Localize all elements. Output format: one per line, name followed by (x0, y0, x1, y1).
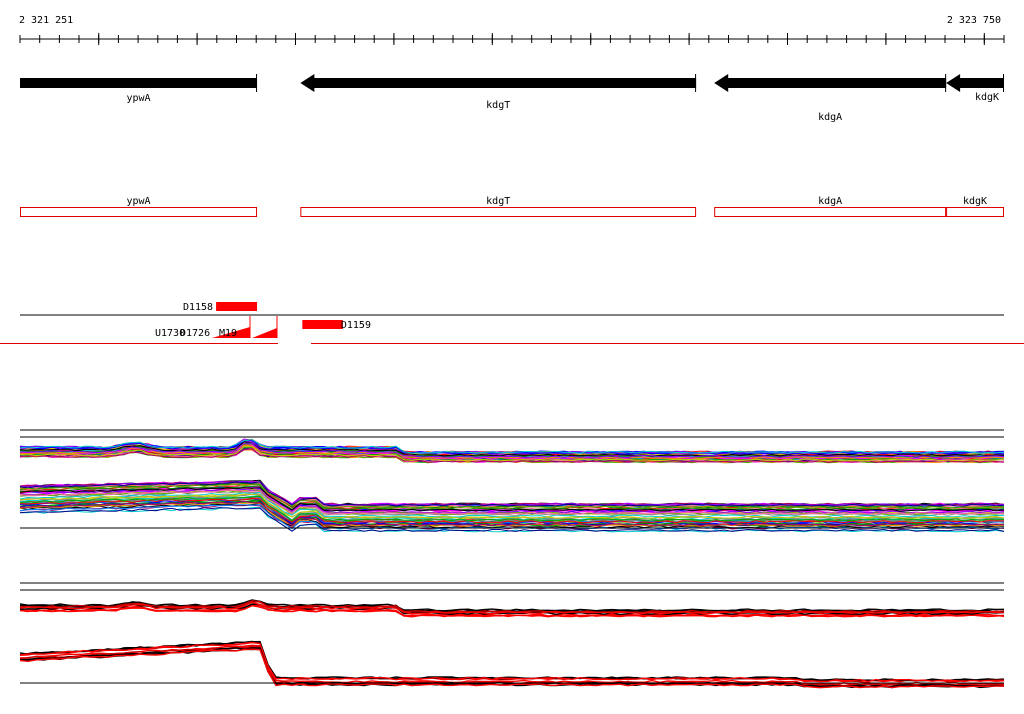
annotation-box-ypwA[interactable] (20, 207, 258, 217)
expression-line (19, 641, 1005, 683)
expression-panel-2 (19, 582, 1005, 689)
feature-track: D1158D1159 U1730 D1726 M19 (0, 302, 1024, 344)
annotation-label-kdgK: kdgK (963, 196, 987, 207)
annotation-box-kdgA[interactable] (714, 207, 947, 217)
gene-arrow-kdgK[interactable] (946, 74, 1004, 92)
annotation-label-kdgT: kdgT (486, 196, 510, 207)
coordinate-ruler: 2 321 251 2 323 750 (19, 15, 1005, 45)
gene-arrow-kdgT[interactable] (300, 74, 697, 92)
annotation-label-ypwA: ypwA (126, 196, 150, 207)
overlap-label-3: M19 (219, 328, 237, 339)
expression-lines-red-lower (19, 640, 1005, 689)
expression-panel-1 (19, 429, 1005, 533)
ruler-end-label: 2 323 750 (947, 15, 1001, 26)
overlap-label-2: D1726 (180, 328, 210, 339)
gene-arrow-ypwA[interactable] (20, 78, 258, 88)
annotation-label-kdgA: kdgA (818, 196, 842, 207)
feature-D1159[interactable] (302, 320, 343, 329)
ruler-start-label: 2 321 251 (19, 15, 73, 26)
feature-label-D1158: D1158 (183, 302, 213, 313)
genome-browser-canvas: 2 321 251 2 323 750 ypwA kdgT kdgA kdgK ypw… (0, 15, 1024, 689)
overlap-ramp-2 (252, 328, 277, 338)
gene-label-kdgK: kdgK (975, 92, 999, 103)
expression-lines-lower (19, 479, 1005, 533)
gene-label-ypwA: ypwA (126, 93, 150, 104)
gene-label-kdgT: kdgT (486, 100, 510, 111)
feature-label-D1159: D1159 (341, 320, 371, 331)
gene-arrow-track: ypwA kdgT kdgA kdgK (20, 74, 1004, 123)
gene-annotation-track: ypwA kdgT kdgA kdgK (20, 196, 1005, 217)
feature-D1158[interactable] (216, 302, 258, 311)
expression-lines-upper (19, 438, 1005, 464)
expression-line (19, 641, 1005, 683)
annotation-box-kdgT[interactable] (300, 207, 697, 217)
gene-label-kdgA: kdgA (818, 112, 842, 123)
gene-arrow-kdgA[interactable] (714, 74, 947, 92)
expression-lines-red-upper (19, 599, 1005, 618)
annotation-box-kdgK[interactable] (946, 207, 1005, 217)
